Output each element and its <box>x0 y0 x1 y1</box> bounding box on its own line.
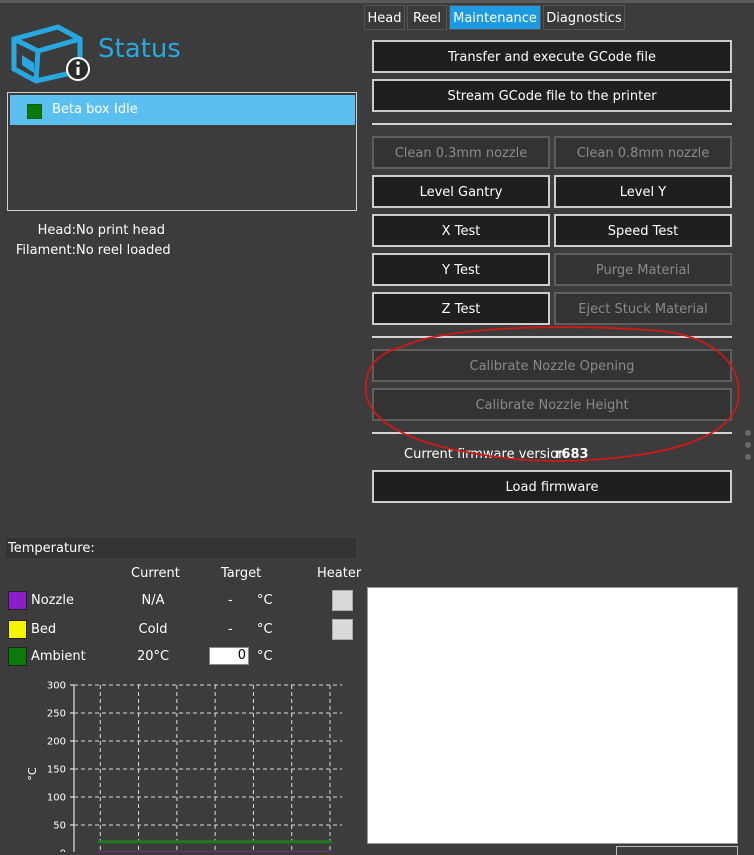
speed-test-button[interactable]: Speed Test <box>554 214 732 247</box>
ambient-unit: °C <box>257 649 273 664</box>
printer-list-item[interactable]: Beta box Idle <box>10 95 355 125</box>
scroll-indicator-dot <box>745 430 751 436</box>
load-firmware-button[interactable]: Load firmware <box>372 470 732 503</box>
temperature-header-label: Temperature: <box>8 541 95 556</box>
temperature-header: Temperature: <box>6 538 356 558</box>
nozzle-target: - <box>228 593 233 608</box>
y-tick-label: 100 <box>47 793 66 804</box>
head-value: No print head <box>76 223 165 238</box>
nozzle-current: N/A <box>141 593 165 608</box>
bed-color-swatch <box>8 620 27 639</box>
y-tick-label: 200 <box>47 737 66 748</box>
eject-stuck-material-button[interactable]: Eject Stuck Material <box>554 292 732 325</box>
nozzle-label: Nozzle <box>31 593 74 608</box>
clean-08mm-nozzle-button[interactable]: Clean 0.8mm nozzle <box>554 136 732 169</box>
printer-list[interactable]: Beta box Idle <box>7 92 357 211</box>
ambient-target-input[interactable]: 0 <box>209 647 249 665</box>
head-label: Head: <box>37 223 76 238</box>
collapsed-panel-tab[interactable] <box>616 846 738 855</box>
separator <box>372 123 732 125</box>
printer-name: Beta box <box>52 102 110 117</box>
control-panel: Head Reel Maintenance Diagnostics Transf… <box>362 3 754 855</box>
nozzle-heater-toggle[interactable] <box>332 590 353 611</box>
printer-status-logo-icon <box>11 24 90 84</box>
x-test-button[interactable]: X Test <box>372 214 550 247</box>
nozzle-color-swatch <box>8 591 27 610</box>
bed-label: Bed <box>31 622 57 637</box>
y-test-button[interactable]: Y Test <box>372 253 550 286</box>
firmware-version-label: Current firmware version <box>404 447 567 462</box>
calibrate-nozzle-height-button[interactable]: Calibrate Nozzle Height <box>372 388 732 421</box>
tab-diagnostics[interactable]: Diagnostics <box>543 5 625 30</box>
separator <box>372 336 732 338</box>
transfer-gcode-button[interactable]: Transfer and execute GCode file <box>372 40 732 73</box>
scroll-indicator-dot <box>745 454 751 460</box>
level-y-button[interactable]: Level Y <box>554 175 732 208</box>
tab-maintenance[interactable]: Maintenance <box>449 5 541 30</box>
calibrate-nozzle-opening-button[interactable]: Calibrate Nozzle Opening <box>372 349 732 382</box>
ambient-color-swatch <box>8 647 27 666</box>
y-tick-label: 250 <box>47 709 66 720</box>
printer-state: Idle <box>114 102 138 117</box>
tab-reel[interactable]: Reel <box>407 5 447 30</box>
temperature-chart: 300 250 200 150 100 50 0 °C <box>26 681 342 853</box>
status-panel: Status Beta box Idle Head: No print head… <box>0 3 362 852</box>
bed-current: Cold <box>138 622 168 637</box>
output-console[interactable] <box>367 587 738 844</box>
bed-target: - <box>228 622 233 637</box>
printer-color-swatch <box>27 104 42 119</box>
ambient-label: Ambient <box>31 649 86 664</box>
nozzle-unit: °C <box>257 593 273 608</box>
tab-head[interactable]: Head <box>364 5 405 30</box>
y-tick-label: 300 <box>47 681 66 692</box>
clean-03mm-nozzle-button[interactable]: Clean 0.3mm nozzle <box>372 136 550 169</box>
y-axis-label: °C <box>26 767 39 781</box>
filament-label: Filament: <box>15 243 76 258</box>
y-tick-label: 150 <box>47 765 66 776</box>
z-test-button[interactable]: Z Test <box>372 292 550 325</box>
column-heater: Heater <box>317 566 362 581</box>
status-title: Status <box>98 34 181 64</box>
bed-heater-toggle[interactable] <box>332 619 353 640</box>
level-gantry-button[interactable]: Level Gantry <box>372 175 550 208</box>
purge-material-button[interactable]: Purge Material <box>554 253 732 286</box>
bed-unit: °C <box>257 622 273 637</box>
scroll-indicator-dot <box>745 442 751 448</box>
y-tick-label: 50 <box>53 821 66 832</box>
y-tick-label: 0 <box>60 849 66 853</box>
ambient-current: 20°C <box>136 649 170 664</box>
column-current: Current <box>131 566 180 581</box>
firmware-version-value: r683 <box>555 447 589 462</box>
filament-value: No reel loaded <box>76 243 171 258</box>
column-target: Target <box>221 566 262 581</box>
stream-gcode-button[interactable]: Stream GCode file to the printer <box>372 79 732 112</box>
separator <box>372 432 732 434</box>
